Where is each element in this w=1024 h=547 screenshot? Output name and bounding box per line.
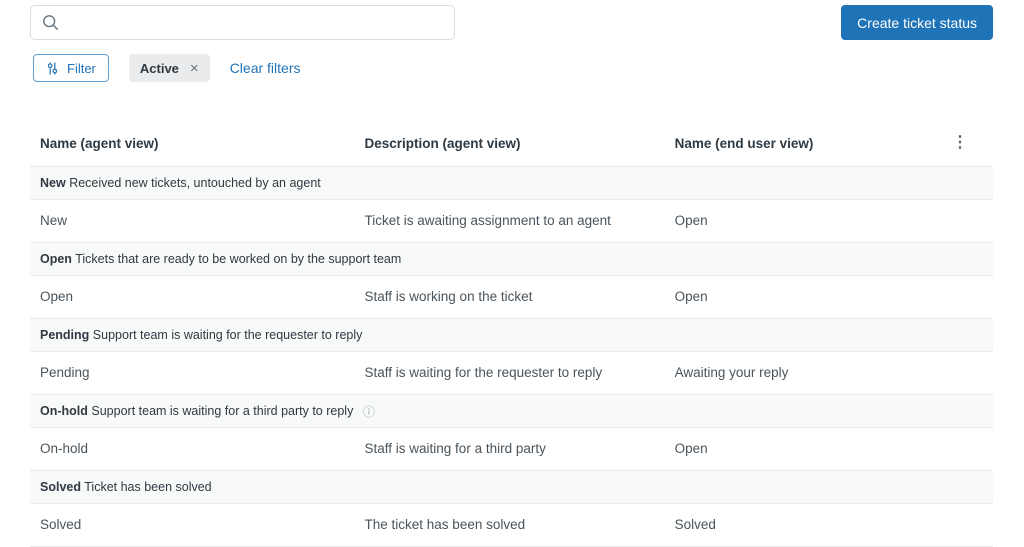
search-icon [43, 15, 59, 31]
table-header-row: Name (agent view) Description (agent vie… [30, 120, 993, 167]
status-row-open[interactable]: Open Staff is working on the ticket Open [30, 275, 993, 319]
info-icon[interactable]: ⓘ [363, 406, 375, 418]
status-row-on-hold[interactable]: On-hold Staff is waiting for a third par… [30, 427, 993, 471]
filter-row: Filter Active × Clear filters [33, 54, 993, 82]
column-header-name-agent-view: Name (agent view) [40, 135, 159, 151]
group-description: Ticket has been solved [84, 480, 212, 494]
search-input[interactable] [67, 13, 443, 32]
group-name: On-hold [40, 404, 88, 418]
group-header-on-hold: On-hold Support team is waiting for a th… [30, 394, 993, 428]
agent-name-cell: Solved [30, 503, 355, 547]
agent-description-cell: Staff is waiting for a third party [354, 427, 665, 471]
group-description: Support team is waiting for a third part… [91, 404, 354, 418]
agent-name-cell: On-hold [30, 427, 355, 471]
group-header-open: Open Tickets that are ready to be worked… [30, 242, 993, 276]
filter-button[interactable]: Filter [33, 54, 109, 82]
remove-filter-icon[interactable]: × [190, 61, 199, 76]
group-name: Pending [40, 328, 90, 342]
agent-description-cell: Staff is waiting for the requester to re… [354, 351, 665, 395]
create-ticket-status-button[interactable]: Create ticket status [841, 5, 993, 40]
agent-description-cell: Ticket is awaiting assignment to an agen… [354, 199, 665, 243]
agent-description-cell: Staff is working on the ticket [354, 275, 665, 319]
filter-button-label: Filter [67, 60, 96, 76]
group-description: Received new tickets, untouched by an ag… [69, 176, 321, 190]
group-name: Solved [40, 480, 81, 494]
overflow-menu-icon[interactable]: ⋮ [952, 135, 968, 151]
status-row-pending[interactable]: Pending Staff is waiting for the request… [30, 351, 993, 395]
agent-name-cell: Pending [30, 351, 355, 395]
group-description: Tickets that are ready to be worked on b… [75, 252, 402, 266]
end-user-name-cell: Awaiting your reply [664, 351, 942, 395]
active-filter-chip[interactable]: Active × [128, 54, 210, 82]
clear-filters-link[interactable]: Clear filters [230, 60, 301, 76]
agent-description-cell: The ticket has been solved [354, 503, 665, 547]
end-user-name-cell: Solved [664, 503, 942, 547]
column-header-description-agent-view: Description (agent view) [364, 135, 521, 151]
active-filter-chip-label: Active [139, 60, 179, 76]
end-user-name-cell: Open [664, 199, 942, 243]
search-box[interactable] [30, 5, 455, 40]
end-user-name-cell: Open [664, 427, 942, 471]
status-row-solved[interactable]: Solved The ticket has been solved Solved [30, 503, 993, 547]
group-name: Open [40, 252, 72, 266]
status-row-new[interactable]: New Ticket is awaiting assignment to an … [30, 199, 993, 243]
group-name: New [40, 176, 66, 190]
agent-name-cell: New [30, 199, 355, 243]
group-header-pending: Pending Support team is waiting for the … [30, 318, 993, 352]
end-user-name-cell: Open [664, 275, 942, 319]
group-description: Support team is waiting for the requeste… [92, 328, 363, 342]
agent-name-cell: Open [30, 275, 355, 319]
column-header-name-end-user-view: Name (end user view) [674, 135, 814, 151]
ticket-statuses-page: Create ticket status Filter Active × Cle… [0, 0, 1024, 547]
filter-sliders-icon [47, 61, 58, 75]
group-header-new: New Received new tickets, untouched by a… [30, 166, 993, 200]
toolbar: Create ticket status [30, 5, 993, 40]
group-header-solved: Solved Ticket has been solved [30, 470, 993, 504]
ticket-statuses-table: Name (agent view) Description (agent vie… [30, 120, 993, 547]
